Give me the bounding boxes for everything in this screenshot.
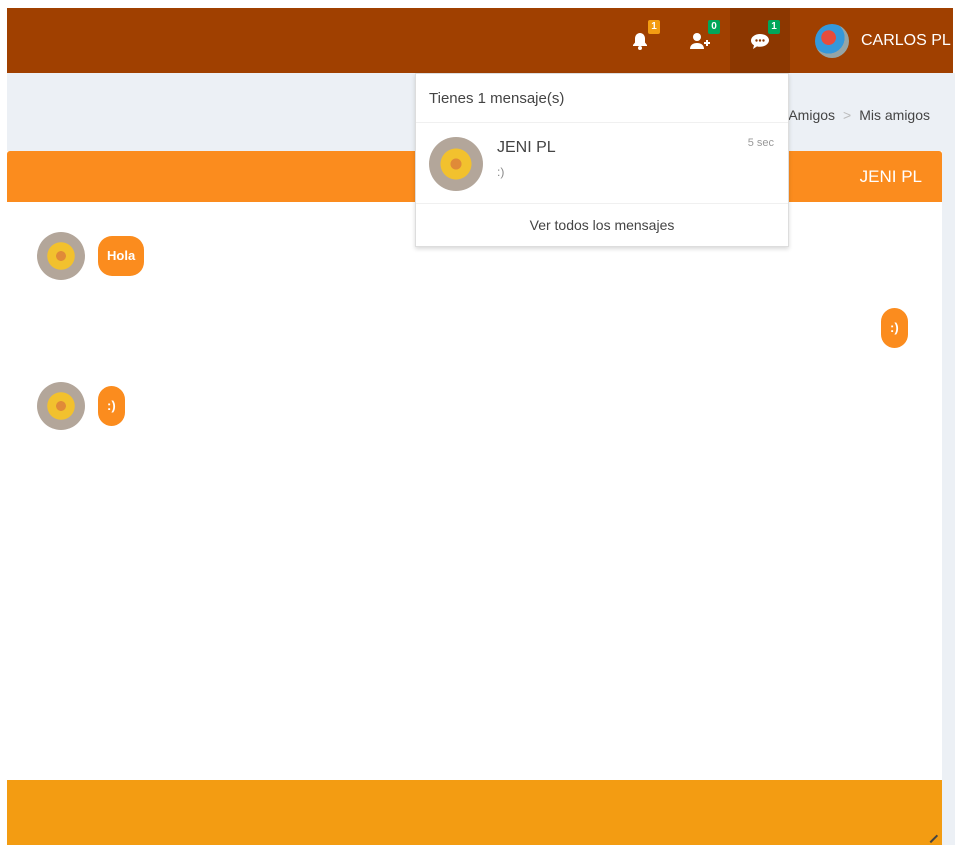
message-item: Hola [37,232,145,280]
top-navbar: 1 0 1 CARLOS PL [7,8,953,73]
dropdown-header: Tienes 1 mensaje(s) [416,74,788,123]
notifications-button[interactable]: 1 [615,8,665,73]
avatar [429,137,483,191]
message-item: :) [881,308,908,348]
breadcrumb: Amigos > Mis amigos [788,107,930,123]
bell-icon: 1 [629,19,660,52]
page-scroll-gutter [942,73,955,845]
message-time: 5 sec [747,137,774,149]
dropdown-message-item[interactable]: JENI PL :) 5 sec [416,123,788,204]
message-item: :) [37,382,125,430]
user-avatar [815,23,849,58]
message-bubble: :) [98,386,125,426]
chat-messages: Hola :) :) [7,202,942,780]
messages-button[interactable]: 1 [730,8,790,73]
user-plus-icon: 0 [689,19,720,52]
breadcrumb-item-amigos[interactable]: Amigos [788,107,835,123]
user-menu[interactable]: CARLOS PL [807,8,951,73]
chat-icon: 1 [749,19,780,52]
message-preview: :) [497,165,505,179]
friend-requests-button[interactable]: 0 [675,8,725,73]
notifications-count-badge: 1 [648,19,660,34]
message-bubble: :) [881,308,908,348]
message-sender-name: JENI PL [497,139,556,156]
messages-dropdown: Tienes 1 mensaje(s) JENI PL :) 5 sec Ver… [415,73,789,247]
message-bubble: Hola [98,236,145,276]
resize-handle-icon[interactable] [923,828,939,844]
avatar [37,382,85,430]
breadcrumb-item-mis-amigos: Mis amigos [859,107,930,123]
message-input-area[interactable] [7,780,942,845]
chat-title: JENI PL [859,166,922,186]
friend-requests-count-badge: 0 [708,19,720,34]
breadcrumb-separator: > [843,107,852,123]
view-all-messages-link[interactable]: Ver todos los mensajes [416,204,788,246]
avatar [37,232,85,280]
user-name: CARLOS PL [861,31,951,49]
messages-count-badge: 1 [768,19,780,34]
